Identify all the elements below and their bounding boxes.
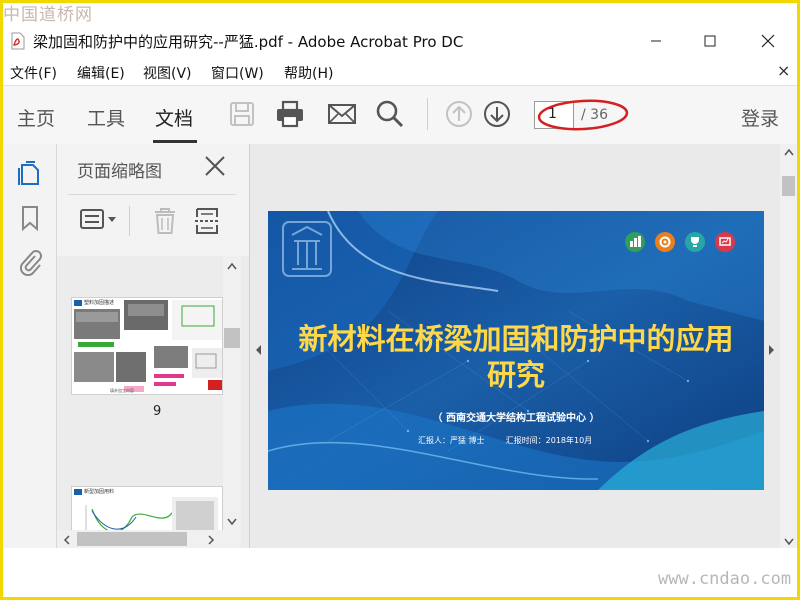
tab-document[interactable]: 文档	[155, 104, 193, 131]
app-frame: 梁加固和防护中的应用研究--严猛.pdf - Adobe Acrobat Pro…	[0, 0, 800, 600]
page-thumbnails-icon[interactable]	[17, 159, 43, 187]
close-panel-icon[interactable]	[203, 154, 227, 178]
scroll-left-icon[interactable]	[63, 535, 71, 545]
window-title: 梁加固和防护中的应用研究--严猛.pdf - Adobe Acrobat Pro…	[33, 33, 464, 51]
red-annotation-ellipse	[537, 99, 629, 131]
panel-divider	[68, 194, 236, 195]
thumbnail-horizontal-scrollbar[interactable]	[57, 530, 241, 548]
document-vertical-scrollbar[interactable]	[780, 144, 797, 548]
scroll-down-icon[interactable]	[227, 518, 237, 526]
menu-view[interactable]: 视图(V)	[143, 63, 192, 83]
slide-title-line1: 新材料在桥梁加固和防护中的应用	[298, 322, 734, 356]
title-bar: 梁加固和防护中的应用研究--严猛.pdf - Adobe Acrobat Pro…	[3, 23, 797, 59]
pdf-file-icon	[11, 32, 25, 50]
thumbnail-heading: 塑料加固描述	[84, 300, 115, 306]
page-thumbnails-panel: 页面缩略图 塑料加固描述 填补加工内容 9 新型加固用料	[57, 144, 250, 548]
extract-pages-icon[interactable]	[194, 206, 220, 236]
doc-scroll-thumb[interactable]	[782, 176, 795, 196]
presentation-icon	[715, 232, 735, 252]
settings-gear-icon	[655, 232, 675, 252]
chart-icon	[625, 232, 645, 252]
close-document-button[interactable]: ×	[777, 61, 790, 80]
thumbnail-heading: 新型加固用料	[84, 489, 115, 495]
tab-tools[interactable]: 工具	[87, 104, 125, 131]
menu-file[interactable]: 文件(F)	[10, 63, 57, 83]
thumbnail-footer-text: 填补加工内容	[110, 388, 134, 393]
collapse-left-panel-icon[interactable]	[254, 344, 262, 356]
scroll-right-icon[interactable]	[207, 535, 215, 545]
active-tab-indicator	[153, 140, 197, 143]
horizontal-scroll-thumb[interactable]	[77, 532, 187, 546]
doc-scroll-down-icon[interactable]	[784, 538, 794, 546]
email-icon[interactable]	[325, 97, 359, 131]
slide-reporter: 汇报人：严猛 博士	[418, 436, 485, 445]
login-button[interactable]: 登录	[741, 104, 779, 131]
menu-bar: 文件(F) 编辑(E) 视图(V) 窗口(W) 帮助(H) ×	[3, 59, 797, 85]
slide-report-time: 汇报时间：2018年10月	[505, 436, 593, 445]
tool-separator	[129, 206, 130, 236]
slide-meta: 汇报人：严猛 博士 汇报时间：2018年10月	[418, 435, 592, 446]
collapse-right-panel-icon[interactable]	[768, 344, 776, 356]
bottom-margin: www.cndao.com	[3, 549, 797, 597]
slide-title: 新材料在桥梁加固和防护中的应用 研究	[268, 321, 764, 393]
print-icon[interactable]	[273, 97, 307, 131]
prev-page-icon[interactable]	[442, 97, 476, 131]
thumbnail-page-9[interactable]: 塑料加固描述 填补加工内容	[71, 297, 223, 395]
scroll-thumb[interactable]	[224, 328, 240, 348]
pdf-slide-page: 新材料在桥梁加固和防护中的应用 研究 （ 西南交通大学结构工程试验中心 ） 汇报…	[268, 211, 764, 490]
thumbnail-vertical-scrollbar[interactable]	[223, 256, 241, 530]
menu-help[interactable]: 帮助(H)	[284, 63, 333, 83]
slide-organization: （ 西南交通大学结构工程试验中心 ）	[432, 413, 600, 424]
delete-page-icon[interactable]	[152, 206, 178, 236]
save-icon[interactable]	[225, 97, 259, 131]
thumbnail-list[interactable]: 塑料加固描述 填补加工内容 9 新型加固用料	[57, 256, 249, 548]
panel-title: 页面缩略图	[77, 162, 162, 182]
trophy-icon	[685, 232, 705, 252]
thumbnail-page-number: 9	[153, 404, 162, 419]
next-page-icon[interactable]	[480, 97, 514, 131]
watermark-top: 中国道桥网	[3, 5, 93, 25]
menu-edit[interactable]: 编辑(E)	[77, 63, 125, 83]
thumbnail-page-9-content	[74, 300, 222, 392]
tab-home[interactable]: 主页	[17, 104, 55, 131]
main-toolbar: 主页 工具 文档 1 / 36 登录	[3, 85, 797, 145]
university-logo-icon	[282, 221, 332, 277]
doc-scroll-up-icon[interactable]	[784, 148, 794, 156]
scroll-up-icon[interactable]	[227, 262, 237, 270]
menu-window[interactable]: 窗口(W)	[211, 63, 264, 83]
maximize-icon	[704, 35, 716, 47]
minimize-icon	[651, 40, 661, 42]
left-navigation-rail	[3, 144, 57, 548]
watermark-bottom: www.cndao.com	[658, 569, 792, 589]
attachment-icon[interactable]	[17, 248, 43, 276]
minimize-button[interactable]	[633, 23, 679, 59]
close-window-button[interactable]	[745, 23, 791, 59]
close-icon	[761, 34, 775, 48]
document-view[interactable]: 新材料在桥梁加固和防护中的应用 研究 （ 西南交通大学结构工程试验中心 ） 汇报…	[250, 144, 780, 548]
thumbnail-options-icon[interactable]	[79, 206, 119, 234]
bookmark-icon[interactable]	[17, 204, 43, 232]
maximize-button[interactable]	[687, 23, 733, 59]
search-icon[interactable]	[373, 97, 407, 131]
slide-title-line2: 研究	[486, 358, 545, 392]
toolbar-separator	[427, 98, 428, 130]
